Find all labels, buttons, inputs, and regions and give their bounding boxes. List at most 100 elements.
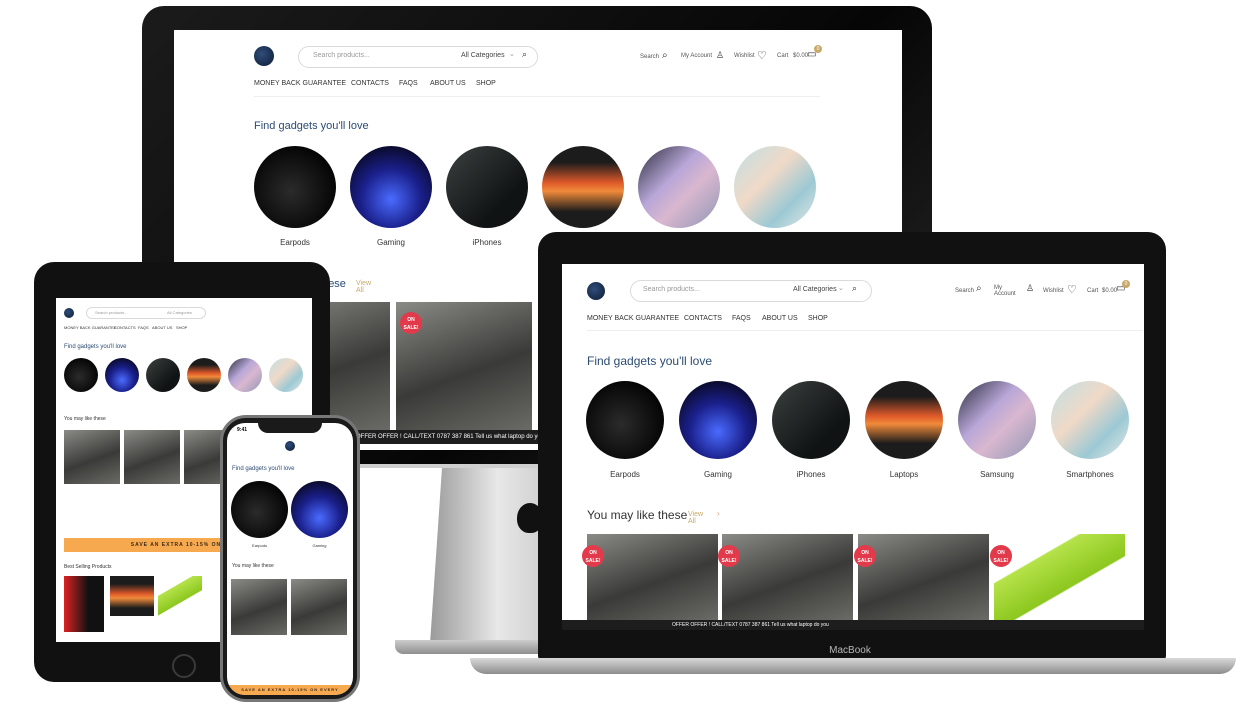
product-image[interactable] <box>64 430 120 484</box>
search-link[interactable]: Search <box>640 54 659 60</box>
site-logo[interactable] <box>64 308 74 318</box>
search-icon[interactable]: ⌕ <box>662 50 668 61</box>
account-link[interactable]: My Account <box>994 285 1020 297</box>
macbook-base <box>470 658 1236 674</box>
wishlist-link[interactable]: Wishlist <box>1043 288 1064 294</box>
category-label[interactable]: Smartphones <box>1051 470 1129 479</box>
nav-item-money-back[interactable]: MONEY BACK GUARANTEE <box>587 315 679 322</box>
product-image[interactable] <box>231 579 287 635</box>
search-input[interactable]: Search products... All Categories ⌄ ⌕ <box>630 280 872 302</box>
product-image[interactable] <box>587 534 718 620</box>
nav-item-contacts[interactable]: CONTACTS <box>684 315 722 322</box>
macbook-screen: Search products... All Categories ⌄ ⌕ Se… <box>562 264 1144 630</box>
category-select[interactable]: All Categories <box>167 310 192 315</box>
category-select[interactable]: All Categories <box>461 52 505 59</box>
search-link[interactable]: Search <box>955 288 974 294</box>
site-logo[interactable] <box>285 441 295 451</box>
nav-item-about[interactable]: ABOUT US <box>152 325 172 330</box>
category-image-earpods[interactable] <box>231 481 288 538</box>
product-image[interactable] <box>110 576 154 616</box>
search-icon[interactable]: ⌕ <box>976 283 982 294</box>
search-icon[interactable]: ⌕ <box>852 283 857 294</box>
product-image[interactable] <box>722 534 853 620</box>
category-label[interactable]: Gaming <box>679 470 757 479</box>
category-image-smartphones[interactable] <box>734 146 816 228</box>
like-heading: You may like these <box>587 508 688 522</box>
category-image-gaming[interactable] <box>291 481 348 538</box>
category-image-samsung[interactable] <box>638 146 720 228</box>
view-all-link[interactable]: View All <box>688 511 703 525</box>
like-heading: You may like these <box>232 563 274 569</box>
nav-item-contacts[interactable]: CONTACTS <box>351 80 389 87</box>
nav-item-contacts[interactable]: CONTACTS <box>114 325 136 330</box>
heart-icon[interactable]: ♡ <box>1067 283 1077 296</box>
category-image-gaming[interactable] <box>105 358 139 392</box>
search-icon[interactable]: ⌕ <box>522 49 527 60</box>
product-image[interactable] <box>994 534 1125 620</box>
view-all-link[interactable]: View All <box>356 280 371 294</box>
search-input[interactable]: Search products... All Categories ⌄ ⌕ <box>298 46 538 68</box>
status-time: 9:41 <box>237 427 248 433</box>
category-image-smartphones[interactable] <box>1051 381 1129 459</box>
heart-icon[interactable]: ♡ <box>757 49 767 62</box>
home-button[interactable] <box>172 654 196 678</box>
chevron-down-icon: ⌄ <box>838 285 844 292</box>
product-image[interactable] <box>158 576 202 616</box>
category-label[interactable]: Laptops <box>865 470 943 479</box>
category-label[interactable]: Gaming <box>291 543 348 548</box>
user-icon[interactable]: ♙ <box>1026 283 1034 294</box>
site-logo[interactable] <box>254 46 274 66</box>
category-select[interactable]: All Categories <box>793 286 837 293</box>
nav-item-faqs[interactable]: FAQS <box>399 80 418 87</box>
best-selling-heading: Best Selling Products <box>64 564 112 570</box>
sale-badge: ON SALE! <box>582 545 604 567</box>
nav-item-shop[interactable]: SHOP <box>476 80 496 87</box>
category-image-samsung[interactable] <box>228 358 262 392</box>
product-image[interactable] <box>858 534 989 620</box>
search-input[interactable]: Search products... All Categories <box>86 307 206 319</box>
category-label[interactable]: iPhones <box>772 470 850 479</box>
nav-item-faqs[interactable]: FAQS <box>138 325 149 330</box>
category-image-laptops[interactable] <box>542 146 624 228</box>
cart-link[interactable]: Cart <box>777 53 788 59</box>
category-image-iphones[interactable] <box>772 381 850 459</box>
category-image-earpods[interactable] <box>586 381 664 459</box>
category-label[interactable]: Earpods <box>254 238 336 247</box>
category-image-smartphones[interactable] <box>269 358 303 392</box>
category-image-earpods[interactable] <box>254 146 336 228</box>
phone-notch <box>258 423 322 433</box>
user-icon[interactable]: ♙ <box>716 50 724 61</box>
category-image-gaming[interactable] <box>350 146 432 228</box>
category-label[interactable]: Earpods <box>586 470 664 479</box>
nav-item-money-back[interactable]: MONEY BACK GUARANTEE <box>64 325 117 330</box>
account-link[interactable]: My Account <box>681 53 712 59</box>
category-image-iphones[interactable] <box>146 358 180 392</box>
nav-item-shop[interactable]: SHOP <box>176 325 187 330</box>
nav-item-about[interactable]: ABOUT US <box>430 80 466 87</box>
product-image[interactable] <box>64 576 104 632</box>
nav-item-faqs[interactable]: FAQS <box>732 315 751 322</box>
category-image-earpods[interactable] <box>64 358 98 392</box>
category-label[interactable]: Samsung <box>958 470 1036 479</box>
wishlist-link[interactable]: Wishlist <box>734 53 755 59</box>
nav-item-money-back[interactable]: MONEY BACK GUARANTEE <box>254 80 346 87</box>
category-image-iphones[interactable] <box>446 146 528 228</box>
nav-divider <box>587 330 1143 331</box>
product-image[interactable] <box>291 579 347 635</box>
cart-count-badge: 0 <box>814 45 822 53</box>
product-image[interactable] <box>124 430 180 484</box>
category-label[interactable]: Gaming <box>350 238 432 247</box>
site-logo[interactable] <box>587 282 605 300</box>
category-image-laptops[interactable] <box>865 381 943 459</box>
chevron-right-icon: › <box>717 509 720 518</box>
cart-amount: $0.00 <box>793 53 809 59</box>
cart-link[interactable]: Cart <box>1087 288 1098 294</box>
search-placeholder: Search products... <box>643 286 700 293</box>
nav-item-about[interactable]: ABOUT US <box>762 315 798 322</box>
category-label[interactable]: iPhones <box>446 238 528 247</box>
category-image-laptops[interactable] <box>187 358 221 392</box>
category-label[interactable]: Earpods <box>231 543 288 548</box>
category-image-gaming[interactable] <box>679 381 757 459</box>
category-image-samsung[interactable] <box>958 381 1036 459</box>
nav-item-shop[interactable]: SHOP <box>808 315 828 322</box>
